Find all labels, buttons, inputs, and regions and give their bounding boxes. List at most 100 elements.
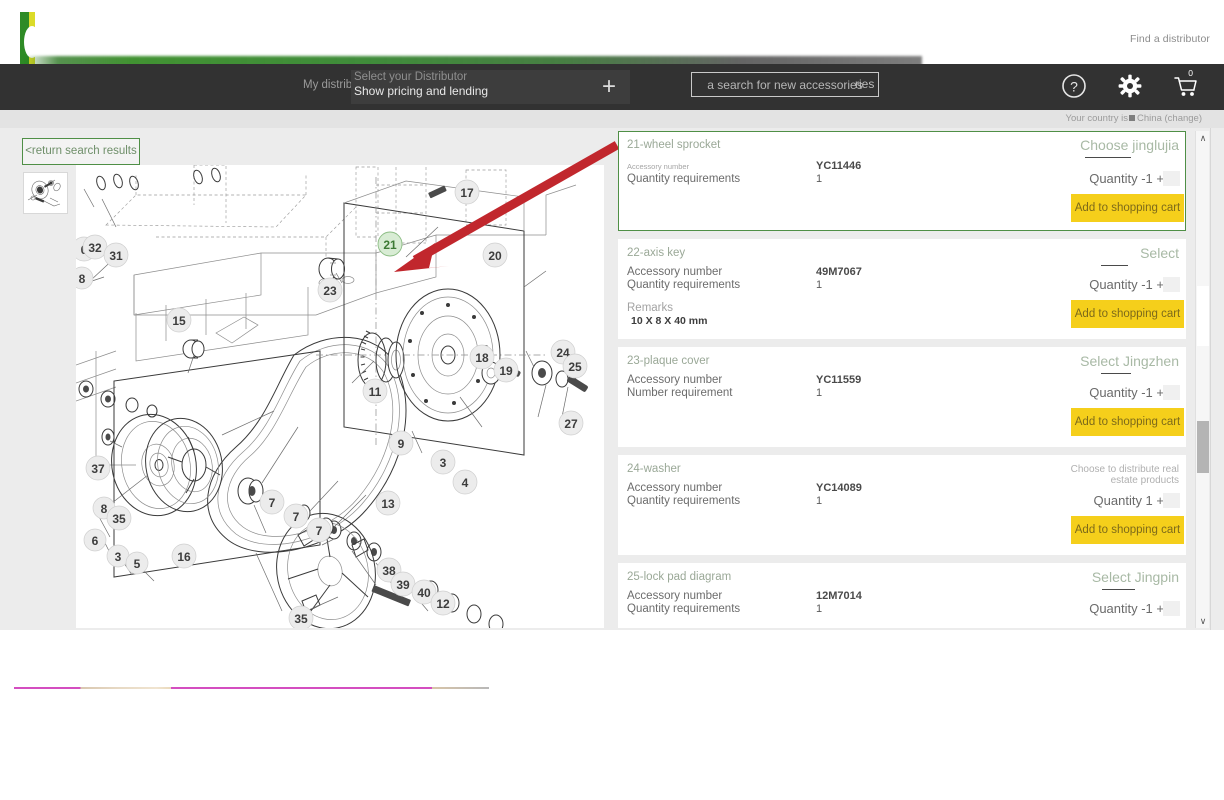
distributor-selector-panel[interactable]: Select your Distributor Show pricing and… — [351, 70, 630, 104]
part-title: 24-washer — [627, 463, 681, 475]
part-title: 22-axis key — [627, 247, 686, 259]
add-to-cart-button[interactable]: Add to shopping cart — [1071, 408, 1184, 436]
accessory-number-value: YC11446 — [816, 160, 862, 172]
choose-distributor-link[interactable]: Select — [1047, 246, 1179, 261]
accessory-number-value: 12M7014 — [816, 590, 862, 602]
part-title: 23-plaque cover — [627, 355, 710, 367]
quantity-stepper[interactable]: Quantity 1 + — [1093, 493, 1180, 508]
accessory-number-value: 49M7067 — [816, 266, 862, 278]
distributor-select-label: Select your Distributor — [354, 71, 468, 83]
svg-text:4: 4 — [462, 476, 469, 490]
search-box[interactable] — [691, 72, 879, 97]
result-card[interactable]: 25-lock pad diagram Accessory number 12M… — [618, 563, 1186, 628]
svg-text:15: 15 — [172, 314, 186, 328]
svg-text:37: 37 — [91, 462, 105, 476]
question-mark-circle-icon[interactable]: ? — [1060, 72, 1088, 105]
quantity-stepper-label: Quantity -1 + — [1089, 601, 1164, 616]
svg-text:25: 25 — [568, 360, 582, 374]
distributor-pricing-label: Show pricing and lending — [354, 84, 489, 98]
quantity-requirement-label: Quantity requirements — [627, 603, 741, 615]
quantity-stepper[interactable]: Quantity -1 + — [1089, 171, 1180, 186]
country-flag-icon — [1129, 115, 1136, 121]
quantity-requirement-label: Quantity requirements — [627, 279, 741, 291]
svg-text:3: 3 — [115, 550, 122, 564]
scroll-up-arrow-icon[interactable]: ∧ — [1196, 131, 1210, 145]
quantity-stepper[interactable]: Quantity -1 + — [1089, 277, 1180, 292]
remarks-value: 10 X 8 X 40 mm — [631, 315, 708, 327]
quantity-stepper-label: Quantity -1 + — [1089, 385, 1164, 400]
quantity-stepper-box[interactable] — [1163, 601, 1180, 616]
svg-text:39: 39 — [396, 578, 410, 592]
svg-text:6: 6 — [92, 534, 99, 548]
svg-text:12: 12 — [436, 597, 450, 611]
choose-link-underline — [1101, 373, 1131, 374]
gear-icon[interactable] — [1116, 72, 1144, 105]
parts-catalog-page: Find a distributor My distributor Select… — [0, 0, 1224, 800]
accessory-number-label: Accessory number — [627, 590, 723, 602]
quantity-stepper[interactable]: Quantity -1 + — [1089, 385, 1180, 400]
choose-distributor-link[interactable]: Choose jinglujia — [1047, 138, 1179, 153]
quantity-stepper-label: Quantity 1 + — [1093, 493, 1164, 508]
page-footer-area — [0, 630, 1224, 800]
svg-text:35: 35 — [112, 512, 126, 526]
add-to-cart-button[interactable]: Add to shopping cart — [1071, 516, 1184, 544]
quantity-requirement-label: Quantity requirements — [627, 495, 741, 507]
svg-text:19: 19 — [499, 364, 513, 378]
search-results-list[interactable]: 21-wheel sprocket Accessory number YC114… — [618, 131, 1188, 628]
result-card[interactable]: 23-plaque cover Accessory number YC11559… — [618, 347, 1186, 447]
svg-text:31: 31 — [109, 249, 123, 263]
choose-link-underline — [1102, 589, 1135, 590]
quantity-stepper-label: Quantity -1 + — [1089, 171, 1164, 186]
country-name-label: China (change) — [1137, 113, 1202, 124]
search-input[interactable] — [692, 73, 878, 96]
magenta-line-artifact — [14, 687, 489, 689]
svg-text:7: 7 — [293, 510, 300, 524]
svg-text:18: 18 — [475, 351, 489, 365]
accessory-number-label: Accessory number — [627, 266, 723, 278]
svg-text:3: 3 — [440, 456, 447, 470]
plus-icon[interactable]: + — [602, 72, 616, 102]
country-prefix-label: Your country is — [1065, 113, 1129, 124]
parts-diagram-thumbnail[interactable] — [23, 172, 68, 214]
panel-edge-divider — [1210, 128, 1211, 630]
results-scrollbar[interactable]: ∧ ∨ — [1195, 131, 1209, 628]
choose-distributor-link[interactable]: Select Jingpin — [1047, 570, 1179, 585]
exploded-parts-diagram[interactable]: .ln { fill:none; stroke:#3a3a3a; stroke-… — [76, 165, 604, 628]
svg-text:7: 7 — [269, 496, 276, 510]
add-to-cart-button[interactable]: Add to shopping cart — [1071, 300, 1184, 328]
scrollbar-track-highlight — [1197, 286, 1209, 346]
quantity-stepper[interactable]: Quantity -1 + — [1089, 601, 1180, 616]
quantity-requirement-value: 1 — [816, 387, 823, 399]
quantity-requirement-label: Number requirement — [627, 387, 733, 399]
choose-link-underline — [1085, 157, 1131, 158]
navbar-icon-group: ? 0 — [1040, 68, 1200, 105]
shopping-cart-icon[interactable]: 0 — [1172, 68, 1200, 105]
country-strip: Your country is China (change) — [0, 110, 1224, 128]
result-card[interactable]: 21-wheel sprocket Accessory number YC114… — [618, 131, 1186, 231]
svg-text:16: 16 — [177, 550, 191, 564]
quantity-stepper-box[interactable] — [1163, 493, 1180, 508]
result-card[interactable]: 24-washer Accessory number YC14089 Quant… — [618, 455, 1186, 555]
svg-text:7: 7 — [316, 524, 323, 538]
part-title: 21-wheel sprocket — [627, 139, 721, 151]
scroll-down-arrow-icon[interactable]: ∨ — [1196, 614, 1210, 628]
scrollbar-thumb[interactable] — [1197, 421, 1209, 473]
choose-distributor-link[interactable]: Select Jingzhen — [1047, 354, 1179, 369]
svg-text:23: 23 — [323, 284, 337, 298]
accessory-number-value: YC14089 — [816, 482, 862, 494]
choose-link-underline — [1101, 265, 1128, 266]
utility-bar: Find a distributor — [0, 0, 1224, 74]
add-to-cart-button[interactable]: Add to shopping cart — [1071, 194, 1184, 222]
country-selector[interactable]: Your country is China (change) — [1066, 113, 1202, 124]
choose-distributor-link[interactable]: Choose to distribute real estate product… — [1047, 464, 1179, 486]
quantity-stepper-box[interactable] — [1163, 385, 1180, 400]
svg-text:27: 27 — [564, 417, 578, 431]
quantity-stepper-box[interactable] — [1163, 171, 1180, 186]
accessory-number-value: YC11559 — [816, 374, 862, 386]
result-card[interactable]: 22-axis key Accessory number 49M7067 Qua… — [618, 239, 1186, 339]
accessory-number-label: Accessory number — [627, 162, 690, 171]
return-search-results-button[interactable]: <return search results — [22, 138, 140, 165]
find-a-distributor-link[interactable]: Find a distributor — [1130, 33, 1210, 45]
quantity-stepper-box[interactable] — [1163, 277, 1180, 292]
svg-text:5: 5 — [134, 557, 141, 571]
